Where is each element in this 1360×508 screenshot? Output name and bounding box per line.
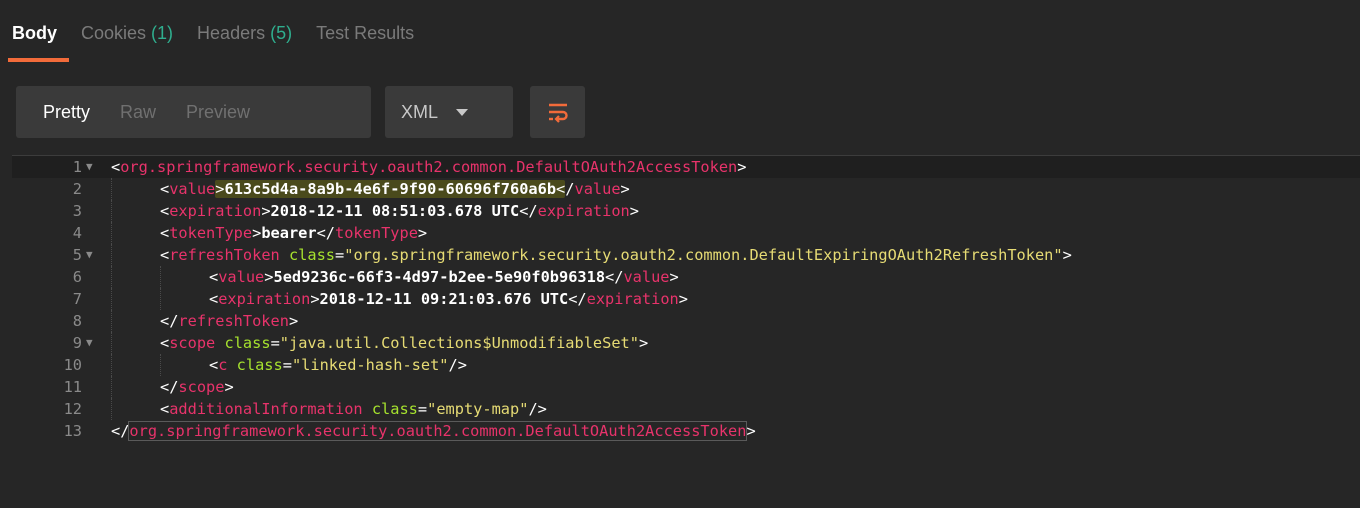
code-line: 10 <c class="linked-hash-set"/> — [63, 354, 467, 376]
xml-tag: expiration — [537, 202, 630, 220]
line-number: 9 — [72, 334, 82, 352]
xml-tag: org.springframework.security.oauth2.comm… — [120, 158, 738, 176]
code-line: 2 <value>613c5d4a-8a9b-4e6f-9f90-60696f7… — [72, 178, 630, 200]
xml-tag: value — [574, 180, 621, 198]
xml-tag: value — [169, 180, 216, 198]
xml-attr-value: "linked-hash-set" — [291, 356, 449, 374]
language-select-value: XML — [401, 101, 439, 122]
wrap-lines-icon — [548, 103, 568, 123]
line-number: 10 — [63, 356, 82, 374]
tab-test-results-label: Test Results — [316, 23, 415, 43]
xml-tag: scope — [178, 378, 225, 396]
tab-cookies-label: Cookies — [81, 23, 147, 43]
pretty-button[interactable]: Pretty — [16, 86, 105, 138]
code-line: 9 ▼ <scope class="java.util.Collections$U… — [72, 332, 649, 354]
xml-attr-value: "empty-map" — [427, 400, 529, 418]
xml-tag: c — [218, 356, 228, 374]
code-editor[interactable]: 1 ▼ <org.springframework.security.oauth2.… — [12, 155, 1360, 508]
code-line: 5 ▼ <refreshToken class="org.springframew… — [72, 244, 1072, 266]
fold-arrow-icon[interactable]: ▼ — [86, 156, 93, 178]
line-number: 3 — [72, 202, 82, 220]
xml-attr-value: "org.springframework.security.oauth2.com… — [344, 246, 1063, 264]
line-number: 12 — [63, 400, 82, 418]
fold-arrow-icon[interactable]: ▼ — [86, 332, 93, 354]
code-line: 4 <tokenType>bearer</tokenType> — [72, 222, 428, 244]
xml-attr: class — [288, 246, 336, 264]
code-line: 6 <value>5ed9236c-66f3-4d97-b2ee-5e90f0b… — [72, 266, 679, 288]
line-number: 7 — [72, 290, 82, 308]
xml-attr-value: "java.util.Collections$UnmodifiableSet" — [279, 334, 639, 352]
code-line: 1 ▼ <org.springframework.security.oauth2.… — [12, 156, 1360, 178]
tab-cookies-count: (1) — [151, 23, 174, 43]
xml-tag: value — [218, 268, 265, 286]
xml-tag: refreshToken — [178, 312, 289, 330]
code-line: 12 <additionalInformation class="empty-m… — [63, 398, 547, 420]
line-number: 13 — [63, 422, 82, 440]
tab-headers-count: (5) — [270, 23, 293, 43]
chevron-down-icon — [456, 108, 469, 116]
xml-tag: tokenType — [335, 224, 418, 242]
code-line: 13 </org.springframework.security.oauth2… — [63, 421, 756, 441]
line-number: 2 — [72, 180, 82, 198]
code-line: 8 </refreshToken> — [72, 310, 299, 332]
tab-body[interactable]: Body — [0, 0, 69, 62]
xml-tag: expiration — [218, 290, 311, 308]
tab-body-label: Body — [12, 23, 57, 43]
line-number: 4 — [72, 224, 82, 242]
xml-tag: refreshToken — [169, 246, 280, 264]
xml-attr: class — [236, 356, 283, 374]
tab-headers-label: Headers — [197, 23, 266, 43]
raw-button[interactable]: Raw — [105, 86, 171, 138]
tab-headers[interactable]: Headers (5) — [185, 0, 304, 62]
response-tabs: Body Cookies (1) Headers (5) Test Result… — [0, 0, 1360, 64]
wrap-lines-button[interactable] — [530, 86, 585, 138]
code-line: 11 </scope> — [63, 376, 234, 398]
line-number: 5 — [72, 246, 82, 264]
line-number: 6 — [72, 268, 82, 286]
refresh-token-value: 5ed9236c-66f3-4d97-b2ee-5e90f0b96318 — [273, 268, 606, 286]
xml-tag: tokenType — [169, 224, 253, 242]
access-expiration-value: 2018-12-11 08:51:03.678 UTC — [270, 202, 520, 220]
xml-tag: value — [623, 268, 670, 286]
language-select[interactable]: XML — [385, 86, 513, 138]
line-number: 8 — [72, 312, 82, 330]
code-line: 3 <expiration>2018-12-11 08:51:03.678 UT… — [72, 200, 639, 222]
fold-arrow-icon[interactable]: ▼ — [86, 244, 93, 266]
xml-tag: additionalInformation — [169, 400, 363, 418]
xml-attr: class — [371, 400, 418, 418]
xml-tag: org.springframework.security.oauth2.comm… — [128, 421, 748, 441]
access-token-value: 613c5d4a-8a9b-4e6f-9f90-60696f760a6b — [224, 180, 557, 198]
xml-tag: expiration — [169, 202, 262, 220]
xml-tag: expiration — [586, 290, 679, 308]
token-type-value: bearer — [261, 224, 317, 242]
xml-attr: class — [224, 334, 271, 352]
line-number: 11 — [63, 378, 82, 396]
refresh-expiration-value: 2018-12-11 09:21:03.676 UTC — [319, 290, 569, 308]
preview-button[interactable]: Preview — [171, 86, 265, 138]
xml-tag: scope — [169, 334, 216, 352]
tab-cookies[interactable]: Cookies (1) — [69, 0, 185, 62]
code-line: 7 <expiration>2018-12-11 09:21:03.676 UT… — [72, 288, 688, 310]
line-number: 1 — [72, 158, 82, 176]
view-mode-group: Pretty Raw Preview — [16, 86, 371, 138]
tab-test-results[interactable]: Test Results — [304, 0, 426, 62]
